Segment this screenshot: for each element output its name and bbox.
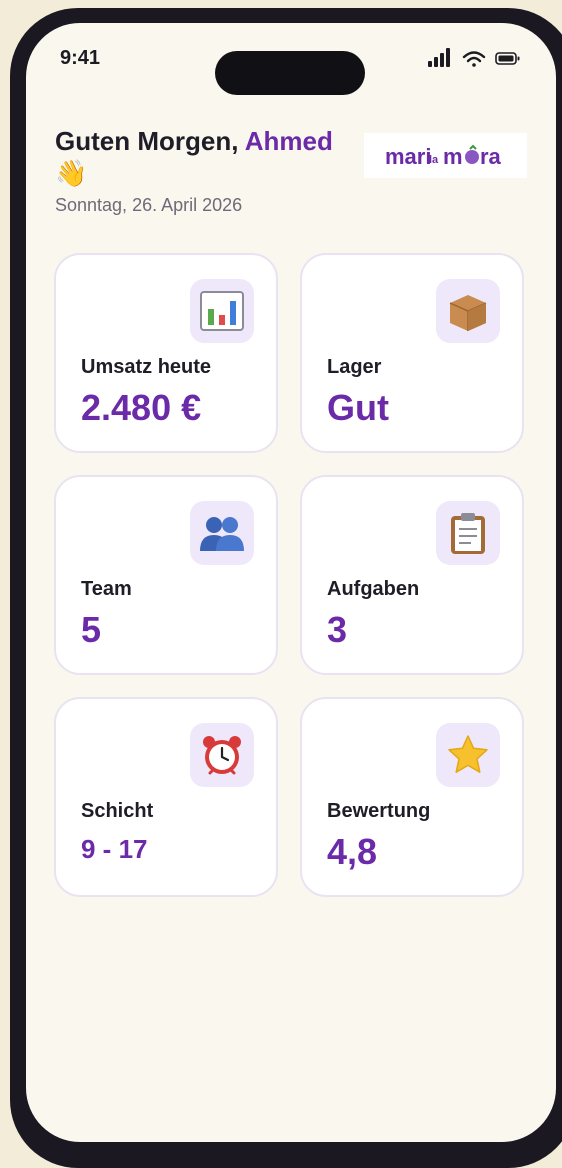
- card-label: Schicht: [81, 800, 154, 822]
- svg-text:ra: ra: [480, 144, 502, 169]
- star-icon: [436, 723, 500, 787]
- status-indicators: [428, 48, 520, 67]
- card-value: 3: [327, 609, 348, 650]
- svg-text:m: m: [443, 144, 463, 169]
- user-name: Ahmed: [244, 126, 333, 156]
- signal-icon: [428, 48, 450, 67]
- status-time: 9:41: [60, 47, 101, 69]
- greeting-prefix: Guten Morgen,: [55, 126, 239, 156]
- battery-icon: [495, 52, 520, 65]
- logo-mark: mari la m ra: [385, 144, 502, 169]
- people-icon: [190, 501, 254, 565]
- card-tasks[interactable]: Aufgaben 3: [300, 475, 524, 675]
- card-value: Gut: [327, 387, 389, 428]
- date-label: Sonntag, 26. April 2026: [55, 195, 243, 215]
- card-label: Bewertung: [327, 800, 431, 822]
- card-rating[interactable]: Bewertung 4,8: [300, 697, 524, 897]
- alarm-clock-icon: [190, 723, 254, 787]
- screen: 9:41 Guten Morgen, Ahmed 👋 Sonntag, 26. …: [26, 23, 556, 1142]
- status-icons: [428, 47, 528, 71]
- card-team[interactable]: Team 5: [54, 475, 278, 675]
- card-label: Lager: [327, 356, 382, 378]
- greeting: Guten Morgen, Ahmed 👋: [55, 125, 365, 189]
- card-value: 5: [81, 609, 102, 650]
- brand-logo: mari la m ra: [364, 133, 527, 178]
- card-label: Umsatz heute: [81, 356, 212, 378]
- card-label: Team: [81, 578, 132, 600]
- card-value: 4,8: [327, 831, 378, 872]
- bar-chart-icon: [190, 279, 254, 343]
- card-inventory[interactable]: Lager Gut: [300, 253, 524, 453]
- svg-text:mari: mari: [385, 144, 431, 169]
- phone-frame: 9:41 Guten Morgen, Ahmed 👋 Sonntag, 26. …: [10, 8, 562, 1168]
- card-label: Aufgaben: [327, 578, 420, 600]
- clipboard-icon: [436, 501, 500, 565]
- card-shift[interactable]: Schicht 9 - 17: [54, 697, 278, 897]
- wave-icon: 👋: [55, 158, 88, 188]
- package-icon: [436, 279, 500, 343]
- dynamic-island: [215, 51, 365, 95]
- wifi-icon: [462, 51, 486, 67]
- card-value: 2.480 €: [81, 387, 202, 428]
- svg-text:la: la: [429, 154, 439, 166]
- card-revenue[interactable]: Umsatz heute 2.480 €: [54, 253, 278, 453]
- card-value: 9 - 17: [81, 834, 148, 864]
